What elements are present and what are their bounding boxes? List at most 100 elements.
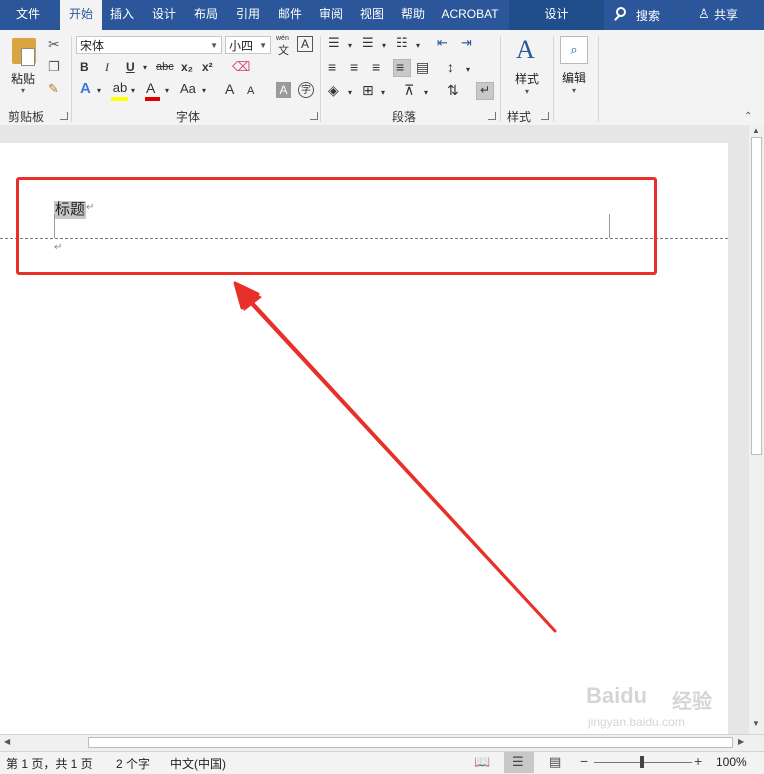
grow-font-button[interactable]: A bbox=[225, 81, 234, 97]
page-count[interactable]: 第 1 页，共 1 页 bbox=[6, 755, 93, 772]
bold-button[interactable]: B bbox=[80, 59, 89, 75]
tab-help[interactable]: 帮助 bbox=[393, 0, 433, 30]
zoom-slider-thumb[interactable] bbox=[640, 756, 644, 768]
copy-icon[interactable]: ❐ bbox=[48, 59, 60, 75]
multilevel-list-icon[interactable]: ☷ bbox=[396, 35, 408, 51]
tab-home[interactable]: 开始 bbox=[60, 0, 102, 30]
zoom-out-icon[interactable]: − bbox=[580, 753, 588, 769]
scroll-thumb[interactable] bbox=[751, 137, 762, 455]
horizontal-scrollbar[interactable]: ◀ ▶ bbox=[0, 734, 764, 751]
tab-references[interactable]: 引用 bbox=[228, 0, 268, 30]
chevron-down-icon[interactable]: ▾ bbox=[466, 62, 470, 78]
divider bbox=[71, 36, 72, 122]
format-painter-icon[interactable]: ✎ bbox=[48, 81, 59, 97]
chevron-down-icon[interactable]: ▾ bbox=[348, 38, 352, 54]
clipboard-launcher-icon[interactable] bbox=[60, 112, 68, 120]
watermark: Baidu 经验 jingyan.baidu.com bbox=[586, 683, 726, 733]
text-effects-button[interactable]: A bbox=[80, 81, 91, 97]
chevron-down-icon[interactable]: ▾ bbox=[202, 83, 206, 99]
chevron-down-icon: ▼ bbox=[210, 41, 218, 50]
character-shading-button[interactable]: A bbox=[276, 82, 291, 98]
clipboard-group-label: 剪贴板 bbox=[8, 110, 45, 124]
font-name-select[interactable]: 宋体 ▼ bbox=[76, 36, 222, 54]
share-label: 共享 bbox=[714, 8, 739, 22]
enclose-characters-button[interactable]: 字 bbox=[298, 82, 314, 98]
person-add-icon: ♙ bbox=[698, 6, 710, 21]
borders-icon[interactable]: ⊞ bbox=[362, 82, 374, 98]
scroll-down-icon[interactable]: ▼ bbox=[752, 719, 760, 728]
paste-button[interactable]: 粘贴 ▾ bbox=[8, 36, 40, 96]
chevron-down-icon[interactable]: ▾ bbox=[143, 60, 147, 76]
highlight-color-bar bbox=[111, 97, 128, 101]
tab-review[interactable]: 审阅 bbox=[311, 0, 351, 30]
styles-button[interactable]: A 样式 ▾ bbox=[510, 35, 548, 101]
read-mode-icon[interactable]: 📖 bbox=[474, 754, 490, 770]
bullets-icon[interactable]: ☰ bbox=[328, 35, 340, 51]
watermark-site: 经验 bbox=[672, 691, 712, 713]
word-count[interactable]: 2 个字 bbox=[116, 755, 150, 772]
shading-icon[interactable]: ◈ bbox=[328, 82, 339, 98]
chevron-down-icon[interactable]: ▾ bbox=[382, 38, 386, 54]
styles-launcher-icon[interactable] bbox=[541, 112, 549, 120]
tab-insert[interactable]: 插入 bbox=[102, 0, 142, 30]
sort-icon[interactable]: ⇅ bbox=[447, 82, 459, 98]
chevron-down-icon[interactable]: ▾ bbox=[165, 83, 169, 99]
tab-table-design[interactable]: 设计 bbox=[509, 0, 604, 30]
highlight-button[interactable]: ab bbox=[111, 80, 129, 96]
highlighter-icon: ab bbox=[112, 80, 128, 95]
font-color-button[interactable]: A bbox=[146, 80, 155, 96]
scroll-right-icon[interactable]: ▶ bbox=[738, 737, 744, 746]
zoom-in-icon[interactable]: + bbox=[694, 753, 702, 769]
underline-button[interactable]: U bbox=[126, 59, 135, 75]
character-border-button[interactable]: A bbox=[297, 36, 313, 52]
align-left-icon[interactable]: ≡ bbox=[328, 59, 336, 75]
chevron-down-icon[interactable]: ▾ bbox=[97, 83, 101, 99]
align-center-icon[interactable]: ≡ bbox=[350, 59, 358, 75]
phonetic-guide-button[interactable]: wén 文 bbox=[275, 35, 293, 57]
chevron-down-icon[interactable]: ▾ bbox=[131, 83, 135, 99]
collapse-ribbon-icon[interactable]: ⌃ bbox=[744, 109, 752, 125]
zoom-level[interactable]: 100% bbox=[716, 755, 747, 769]
share-button[interactable]: ♙ 共享 bbox=[696, 0, 756, 30]
chevron-down-icon[interactable]: ▾ bbox=[381, 85, 385, 101]
tab-layout[interactable]: 布局 bbox=[186, 0, 226, 30]
superscript-button[interactable]: x² bbox=[202, 59, 213, 75]
strikethrough-button[interactable]: abc bbox=[156, 59, 174, 75]
italic-button[interactable]: I bbox=[105, 59, 109, 75]
distributed-icon[interactable]: ▤ bbox=[416, 59, 429, 75]
search-box[interactable]: 搜索 bbox=[612, 0, 672, 30]
tab-view[interactable]: 视图 bbox=[352, 0, 392, 30]
change-case-button[interactable]: Aa bbox=[180, 81, 196, 97]
scroll-up-icon[interactable]: ▲ bbox=[752, 126, 760, 135]
chevron-down-icon[interactable]: ▾ bbox=[348, 85, 352, 101]
line-spacing-icon[interactable]: ↕ bbox=[447, 59, 454, 75]
paragraph-launcher-icon[interactable] bbox=[488, 112, 496, 120]
web-layout-icon[interactable]: ▤ bbox=[549, 754, 561, 770]
language[interactable]: 中文(中国) bbox=[170, 755, 226, 772]
vertical-scrollbar[interactable]: ▲ ▼ bbox=[749, 125, 764, 734]
font-launcher-icon[interactable] bbox=[310, 112, 318, 120]
numbering-icon[interactable]: ☰ bbox=[362, 35, 374, 51]
watermark-url: jingyan.baidu.com bbox=[588, 715, 685, 729]
chevron-down-icon[interactable]: ▾ bbox=[416, 38, 420, 54]
tab-design[interactable]: 设计 bbox=[144, 0, 184, 30]
subscript-button[interactable]: x₂ bbox=[181, 59, 193, 75]
cut-icon[interactable]: ✂ bbox=[48, 36, 60, 52]
font-size-select[interactable]: 小四 ▼ bbox=[225, 36, 271, 54]
asian-layout-icon[interactable]: ⊼ bbox=[404, 82, 414, 98]
tab-mailings[interactable]: 邮件 bbox=[270, 0, 310, 30]
decrease-indent-icon[interactable]: ⇤ bbox=[437, 35, 448, 51]
scroll-left-icon[interactable]: ◀ bbox=[4, 737, 10, 746]
tab-acrobat[interactable]: ACROBAT bbox=[436, 0, 504, 30]
chevron-down-icon[interactable]: ▾ bbox=[424, 85, 428, 101]
tab-file[interactable]: 文件 bbox=[0, 0, 56, 30]
increase-indent-icon[interactable]: ⇥ bbox=[461, 35, 472, 51]
styles-group-label: 样式 bbox=[507, 110, 532, 124]
clear-formatting-icon[interactable]: ⌫ bbox=[232, 59, 250, 75]
scroll-h-thumb[interactable] bbox=[88, 737, 733, 748]
styles-icon: A bbox=[516, 35, 535, 64]
align-right-icon[interactable]: ≡ bbox=[372, 59, 380, 75]
editing-button[interactable]: ⌕ 编辑 ▾ bbox=[558, 34, 592, 100]
annotation-arrow bbox=[233, 281, 557, 633]
shrink-font-button[interactable]: A bbox=[247, 83, 254, 99]
